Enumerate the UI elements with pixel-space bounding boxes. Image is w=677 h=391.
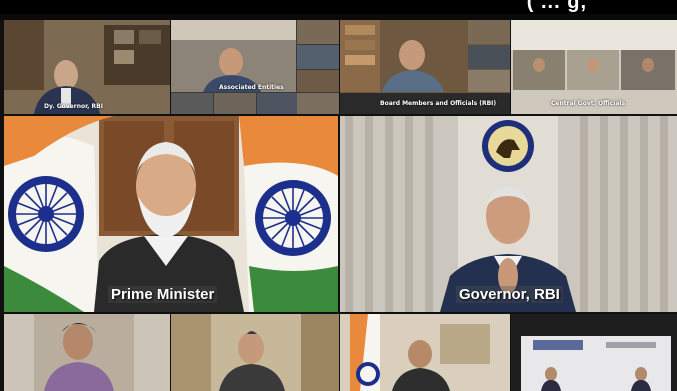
- tile-caption: Central Govt. Officials: [551, 100, 626, 107]
- participant-video: [340, 314, 510, 391]
- participant-video: [4, 20, 170, 114]
- participant-video: [340, 116, 677, 312]
- participant-video: [171, 20, 339, 114]
- tile-prime-minister[interactable]: Prime Minister: [4, 116, 338, 312]
- tile-board-members[interactable]: Board Members and Officials (RBI): [340, 20, 510, 114]
- tile-caption: Dy. Governor, RBI: [44, 103, 103, 110]
- tile-bottom-4[interactable]: [511, 314, 677, 391]
- tile-governor-rbi[interactable]: Governor, RBI: [340, 116, 677, 312]
- tile-associated-entities[interactable]: Associated Entities: [171, 20, 339, 114]
- participant-video: [171, 314, 339, 391]
- tile-caption: Associated Entities: [219, 84, 284, 91]
- participant-video: [4, 314, 170, 391]
- banner-text: ( ... g,: [526, 0, 587, 13]
- participant-video: [4, 116, 338, 312]
- tile-bottom-1[interactable]: [4, 314, 170, 391]
- tile-bottom-3[interactable]: [340, 314, 510, 391]
- main-caption-left: Prime Minister: [108, 286, 218, 303]
- main-caption-right: Governor, RBI: [456, 286, 563, 303]
- tile-bottom-2[interactable]: [171, 314, 339, 391]
- tile-dy-governor[interactable]: Dy. Governor, RBI: [4, 20, 170, 114]
- participant-video: [511, 314, 677, 391]
- rbi-emblem-icon: [482, 120, 534, 172]
- tile-caption: Board Members and Officials (RBI): [380, 100, 497, 107]
- video-conference-grid: Dy. Governor, RBI Associated Entities Bo…: [0, 20, 677, 391]
- news-banner: ( ... g,: [0, 0, 677, 14]
- indian-flag-icon: [350, 314, 380, 391]
- ashoka-chakra-icon: [8, 176, 84, 252]
- ashoka-chakra-icon: [255, 180, 331, 256]
- tile-central-govt[interactable]: Central Govt. Officials: [511, 20, 677, 114]
